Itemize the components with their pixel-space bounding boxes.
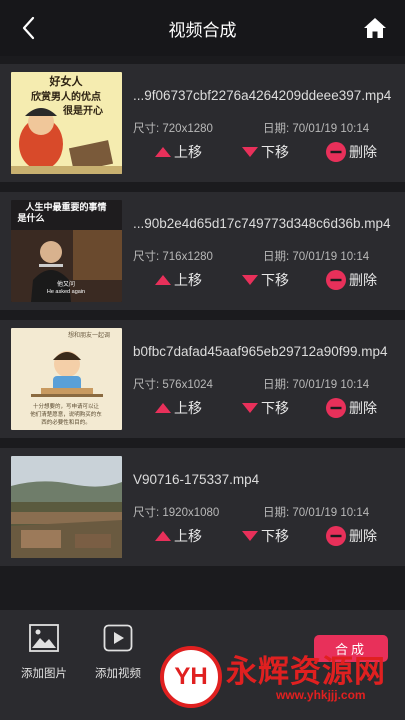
video-thumbnail: 想和朋友一起调 十分想要的，写申请可以让 他们清楚愿意，说明购买的东 西的必要性… <box>11 328 122 430</box>
move-down-label: 下移 <box>261 144 289 160</box>
home-icon <box>364 18 386 38</box>
video-thumbnail <box>11 456 122 558</box>
triangle-up-icon <box>155 275 171 285</box>
video-size: 尺寸: 576x1024 <box>133 379 213 391</box>
video-play-icon <box>103 624 133 652</box>
move-up-button[interactable]: 上移 <box>155 270 202 290</box>
thumb-text-2: 十分想要的，写申请可以让 <box>33 402 100 410</box>
video-item[interactable]: 人生中最重要的事情 是什么 他又问 He asked again ...90b2… <box>0 192 405 310</box>
move-up-button[interactable]: 上移 <box>155 142 202 162</box>
triangle-down-icon <box>242 147 258 157</box>
video-item[interactable]: V90716-175337.mp4 尺寸: 1920x1080 日期: 70/0… <box>0 448 405 566</box>
video-date: 日期: 70/01/19 10:14 <box>263 379 370 391</box>
move-up-label: 上移 <box>174 528 202 544</box>
delete-label: 删除 <box>349 144 377 160</box>
thumb-text-3: 他又问 <box>57 280 75 288</box>
move-down-label: 下移 <box>261 528 289 544</box>
video-filename: ...90b2e4d65d17c749773d348c6d36b.mp4 <box>133 216 391 231</box>
triangle-down-icon <box>242 275 258 285</box>
move-up-label: 上移 <box>174 272 202 288</box>
triangle-down-icon <box>242 403 258 413</box>
video-item[interactable]: 想和朋友一起调 十分想要的，写申请可以让 他们清楚愿意，说明购买的东 西的必要性… <box>0 320 405 438</box>
delete-button[interactable]: 删除 <box>326 526 377 546</box>
video-size: 尺寸: 716x1280 <box>133 251 213 263</box>
triangle-up-icon <box>155 531 171 541</box>
delete-button[interactable]: 删除 <box>326 142 377 162</box>
delete-button[interactable]: 删除 <box>326 398 377 418</box>
move-up-button[interactable]: 上移 <box>155 526 202 546</box>
app-header: 视频合成 <box>0 0 405 56</box>
thumb-text-2: 欣赏男人的优点 <box>31 90 101 103</box>
triangle-up-icon <box>155 403 171 413</box>
triangle-up-icon <box>155 147 171 157</box>
move-down-button[interactable]: 下移 <box>242 142 289 162</box>
image-icon <box>29 624 59 652</box>
delete-label: 删除 <box>349 400 377 416</box>
video-size: 尺寸: 1920x1080 <box>133 507 220 519</box>
triangle-down-icon <box>242 531 258 541</box>
back-arrow-icon <box>22 16 35 40</box>
video-filename: V90716-175337.mp4 <box>133 472 260 487</box>
video-size: 尺寸: 720x1280 <box>133 123 213 135</box>
thumb-text-3: 他们清楚愿意，说明购买的东 <box>30 410 102 418</box>
thumb-text-1: 人生中最重要的事情 <box>24 201 106 212</box>
move-up-button[interactable]: 上移 <box>155 398 202 418</box>
add-image-button[interactable]: 添加图片 <box>14 624 74 681</box>
minus-circle-icon <box>326 142 346 162</box>
add-video-label: 添加视频 <box>95 668 141 680</box>
thumb-text-3: 很是开心 <box>62 104 103 117</box>
watermark-url: www.yhkjjj.com <box>276 688 366 702</box>
thumb-text-1: 想和朋友一起调 <box>68 331 110 339</box>
delete-button[interactable]: 删除 <box>326 270 377 290</box>
video-item[interactable]: 好女人 欣赏男人的优点 很是开心 ...9f06737cbf2276a42642… <box>0 64 405 182</box>
delete-label: 删除 <box>349 272 377 288</box>
delete-label: 删除 <box>349 528 377 544</box>
move-up-label: 上移 <box>174 400 202 416</box>
thumb-text-1: 好女人 <box>49 74 84 88</box>
back-button[interactable] <box>14 13 44 43</box>
thumb-text-2: 是什么 <box>16 212 44 223</box>
home-button[interactable] <box>361 14 389 42</box>
minus-circle-icon <box>326 526 346 546</box>
video-date: 日期: 70/01/19 10:14 <box>263 251 370 263</box>
add-image-label: 添加图片 <box>21 668 67 680</box>
watermark-text: 永辉资源网 <box>226 654 386 689</box>
watermark: YH 永辉资源网 www.yhkjjj.com <box>160 640 405 720</box>
video-thumbnail: 人生中最重要的事情 是什么 他又问 He asked again <box>11 200 122 302</box>
page-title: 视频合成 <box>168 20 237 40</box>
minus-circle-icon <box>326 398 346 418</box>
thumb-text-4: 西的必要性和目的。 <box>41 418 91 426</box>
move-down-button[interactable]: 下移 <box>242 270 289 290</box>
thumb-text-4: He asked again <box>47 289 85 295</box>
move-down-label: 下移 <box>261 272 289 288</box>
watermark-logo: YH <box>160 646 222 708</box>
move-down-button[interactable]: 下移 <box>242 526 289 546</box>
add-video-button[interactable]: 添加视频 <box>88 624 148 681</box>
move-down-button[interactable]: 下移 <box>242 398 289 418</box>
video-filename: ...9f06737cbf2276a4264209ddeee397.mp4 <box>133 88 392 103</box>
move-up-label: 上移 <box>174 144 202 160</box>
video-date: 日期: 70/01/19 10:14 <box>263 123 370 135</box>
minus-circle-icon <box>326 270 346 290</box>
move-down-label: 下移 <box>261 400 289 416</box>
video-thumbnail: 好女人 欣赏男人的优点 很是开心 <box>11 72 122 174</box>
video-filename: b0fbc7dafad45aaf965eb29712a90f99.mp4 <box>133 344 388 359</box>
video-date: 日期: 70/01/19 10:14 <box>263 507 370 519</box>
